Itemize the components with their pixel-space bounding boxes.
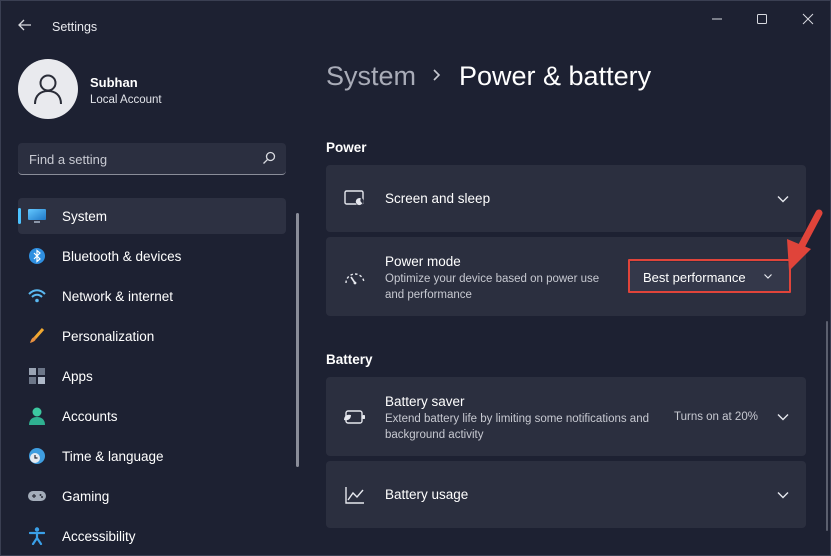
battery-saver-status: Turns on at 20%	[674, 411, 758, 423]
battery-saver-card[interactable]: Battery saver Extend battery life by lim…	[326, 377, 806, 456]
title-bar: Settings	[1, 1, 830, 41]
sidebar-item-accessibility[interactable]: Accessibility	[18, 518, 286, 554]
chevron-down-icon[interactable]	[776, 192, 790, 206]
gauge-icon	[343, 265, 367, 289]
back-button[interactable]	[13, 13, 37, 37]
section-title-power: Power	[326, 140, 367, 155]
apps-icon	[28, 367, 46, 385]
search-box[interactable]: Find a setting	[18, 143, 286, 175]
sidebar-item-label: Accounts	[62, 409, 118, 424]
maximize-button[interactable]	[745, 7, 779, 31]
sidebar-item-label: Gaming	[62, 489, 110, 504]
power-mode-description: Optimize your device based on power use …	[385, 273, 600, 301]
wifi-icon	[28, 287, 46, 305]
sidebar-item-label: System	[62, 209, 108, 224]
sidebar-item-label: Network & internet	[62, 289, 174, 304]
settings-window: Settings Subhan Local Account Find a set…	[0, 0, 831, 556]
bluetooth-icon	[28, 247, 46, 265]
battery-usage-card[interactable]: Battery usage	[326, 461, 806, 528]
close-button[interactable]	[791, 7, 825, 31]
chevron-down-icon[interactable]	[776, 410, 790, 424]
globe-clock-icon	[28, 447, 46, 465]
sidebar-item-personalization[interactable]: Personalization	[18, 318, 286, 354]
battery-saver-description: Extend battery life by limiting some not…	[385, 413, 649, 441]
battery-usage-title: Battery usage	[385, 487, 469, 502]
back-arrow-icon	[18, 19, 31, 31]
maximize-icon	[757, 14, 767, 24]
sidebar-item-system[interactable]: System	[18, 198, 286, 234]
annotation-arrow-icon	[787, 209, 823, 271]
screen-and-sleep-card[interactable]: Screen and sleep	[326, 165, 806, 232]
close-icon	[802, 13, 814, 25]
minimize-icon	[712, 18, 722, 20]
sidebar-item-label: Personalization	[62, 329, 155, 344]
sidebar-item-gaming[interactable]: Gaming	[18, 478, 286, 514]
sidebar-item-apps[interactable]: Apps	[18, 358, 286, 394]
breadcrumb-root[interactable]: System	[326, 61, 416, 92]
chart-line-icon	[343, 483, 367, 507]
gamepad-icon	[28, 487, 46, 505]
screen-and-sleep-title: Screen and sleep	[385, 191, 491, 206]
sidebar-item-label: Accessibility	[62, 529, 136, 544]
person-icon	[34, 74, 62, 105]
battery-saver-icon	[343, 405, 367, 429]
main-scrollbar[interactable]	[826, 321, 828, 531]
sidebar-item-label: Apps	[62, 369, 93, 384]
sidebar-item-bluetooth[interactable]: Bluetooth & devices	[18, 238, 286, 274]
user-name: Subhan	[90, 75, 138, 90]
highlight-box	[628, 259, 791, 293]
breadcrumb-chevron-icon	[433, 69, 441, 81]
accounts-icon	[28, 407, 46, 425]
app-title: Settings	[52, 20, 98, 34]
section-title-battery: Battery	[326, 352, 373, 367]
minimize-button[interactable]	[700, 7, 734, 31]
sidebar-item-network[interactable]: Network & internet	[18, 278, 286, 314]
brush-icon	[28, 327, 46, 345]
system-icon	[28, 207, 46, 225]
account-type: Local Account	[90, 94, 162, 106]
sidebar-scrollbar[interactable]	[296, 213, 299, 467]
sidebar-item-accounts[interactable]: Accounts	[18, 398, 286, 434]
sidebar-item-label: Time & language	[62, 449, 164, 464]
active-indicator	[18, 208, 21, 224]
accessibility-icon	[28, 527, 46, 545]
chevron-down-icon[interactable]	[776, 488, 790, 502]
search-input[interactable]: Find a setting	[29, 152, 107, 167]
power-mode-title: Power mode	[385, 254, 461, 269]
battery-saver-title: Battery saver	[385, 394, 465, 409]
page-title: Power & battery	[459, 61, 652, 91]
avatar[interactable]	[18, 59, 78, 119]
sidebar-item-label: Bluetooth & devices	[62, 249, 182, 264]
search-icon	[263, 151, 276, 164]
screen-sleep-icon	[343, 187, 367, 211]
sidebar-item-time-language[interactable]: Time & language	[18, 438, 286, 474]
